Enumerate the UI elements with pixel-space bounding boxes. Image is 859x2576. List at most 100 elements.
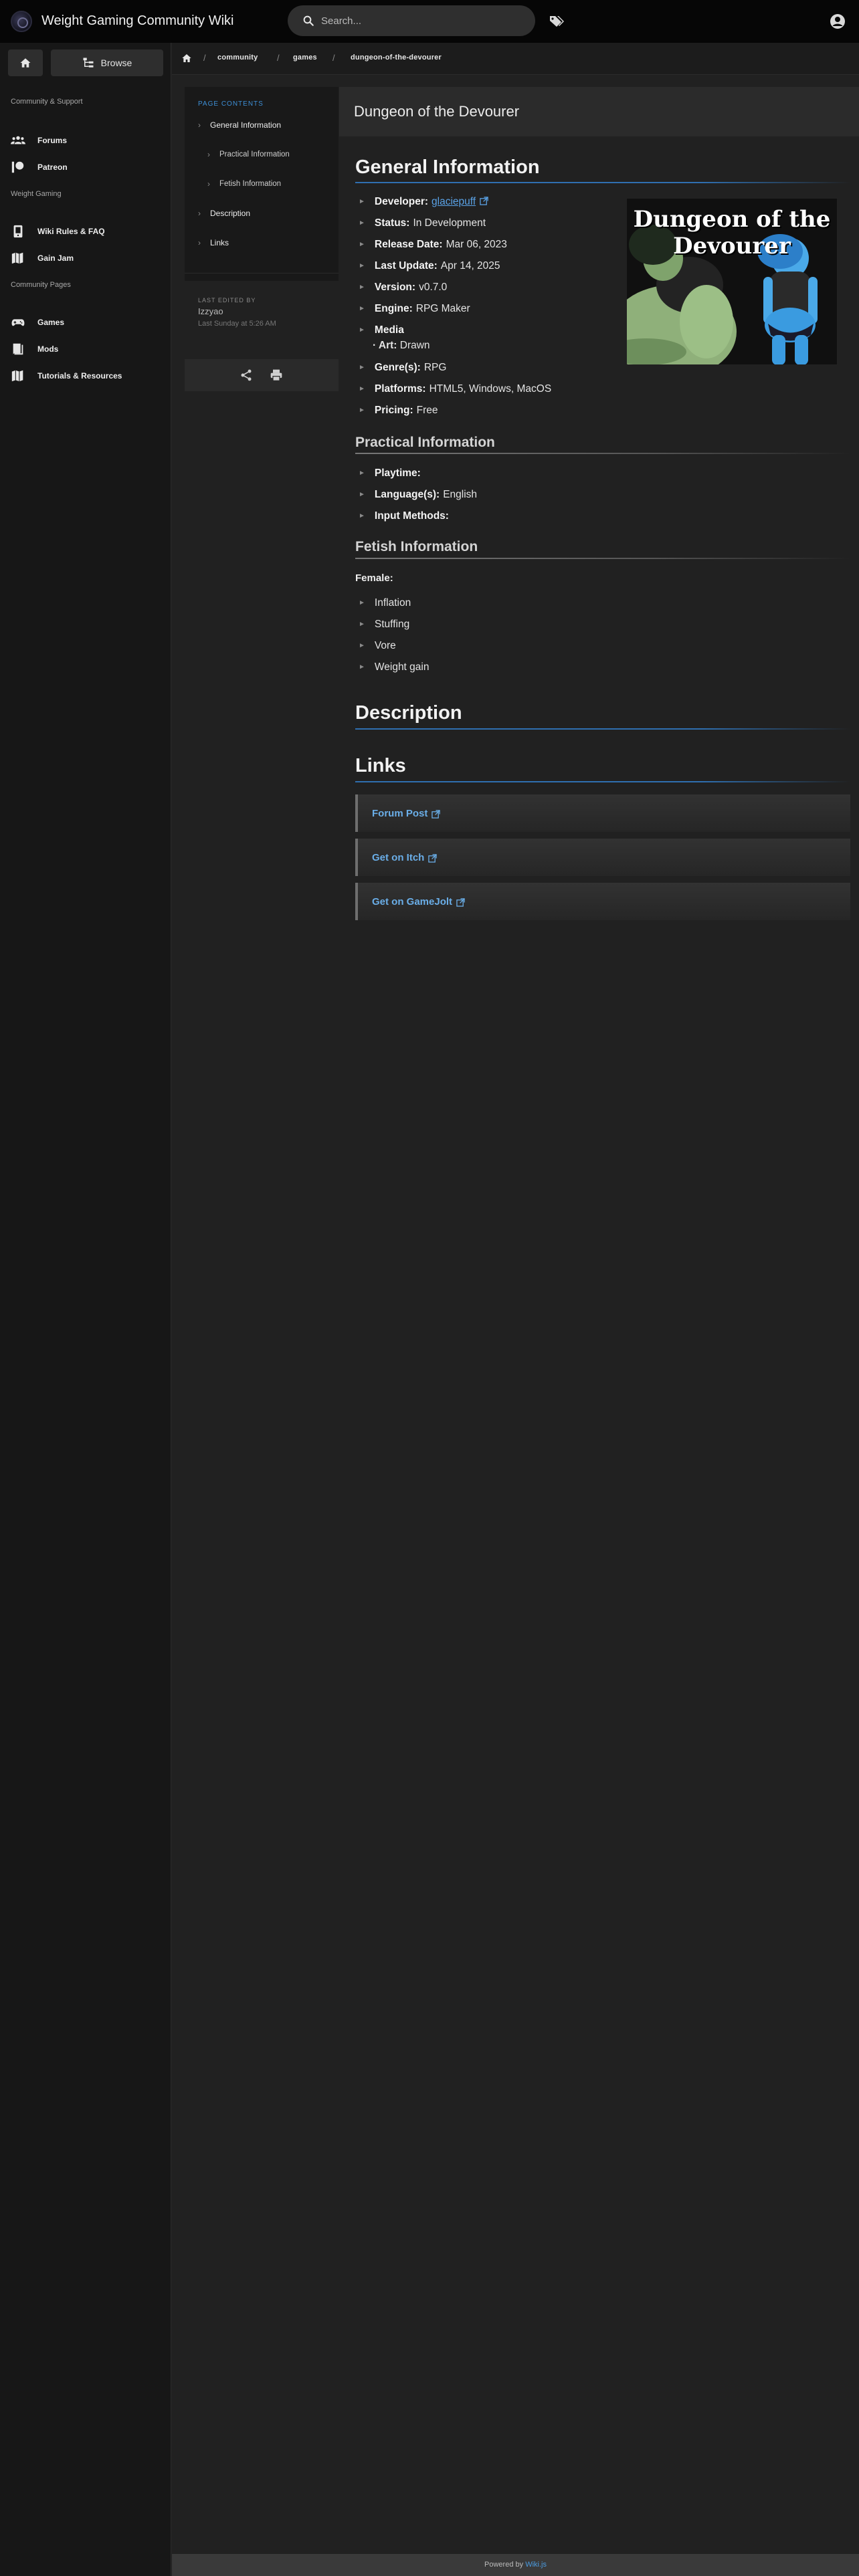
developer-link[interactable]: glaciepuff	[432, 196, 476, 208]
bullet-icon: ►	[359, 198, 365, 205]
sidebar: Browse Community & Support Forums Patreo…	[0, 43, 171, 2576]
footer-wikijs-link[interactable]: Wiki.js	[525, 2561, 547, 2569]
toc-divider	[185, 273, 339, 274]
info-developer: ► Developer: glaciepuff	[359, 196, 488, 208]
last-update-value: Apr 14, 2025	[440, 260, 500, 272]
browse-button[interactable]: Browse	[51, 49, 163, 76]
site-title[interactable]: Weight Gaming Community Wiki	[41, 13, 233, 29]
breadcrumb-item-community[interactable]: community	[217, 53, 258, 62]
sidebar-item-patreon[interactable]: Patreon	[11, 159, 68, 175]
sidebar-item-tutorials[interactable]: Tutorials & Resources	[11, 368, 122, 384]
link-itch[interactable]: Get on Itch	[355, 839, 850, 876]
bullet-icon: ►	[359, 241, 365, 248]
bullet-icon: ►	[359, 284, 365, 291]
toc-item-general[interactable]: › General Information	[198, 120, 281, 130]
toc-item-links[interactable]: › Links	[198, 238, 229, 247]
link-label: Forum Post	[372, 807, 428, 819]
footer: Powered by Wiki.js	[172, 2554, 859, 2576]
external-link-icon	[432, 809, 441, 819]
bullet-icon: ►	[359, 326, 365, 334]
status-value: In Development	[413, 217, 486, 229]
external-link-icon	[480, 197, 488, 205]
heading-underline	[355, 558, 850, 559]
top-header: Weight Gaming Community Wiki	[0, 0, 859, 43]
tags-icon[interactable]	[549, 14, 565, 29]
bullet-icon: ►	[359, 469, 365, 477]
heading-links: Links	[355, 755, 406, 776]
account-icon[interactable]	[830, 13, 846, 29]
heading-practical-information: Practical Information	[355, 435, 495, 450]
home-button[interactable]	[8, 49, 43, 76]
sidebar-item-label: Games	[37, 318, 65, 327]
sitemap-icon	[83, 58, 94, 68]
home-icon[interactable]	[181, 53, 192, 64]
last-edited-label: LAST EDITED BY	[198, 297, 256, 304]
chevron-right-icon: ›	[198, 238, 201, 247]
info-label: Version:	[374, 282, 416, 293]
users-icon	[11, 136, 25, 144]
sidebar-item-games[interactable]: Games	[11, 314, 64, 330]
info-media: ► Media	[359, 324, 407, 336]
platforms-value: HTML5, Windows, MacOS	[429, 383, 552, 395]
search-bar[interactable]	[288, 5, 535, 36]
sidebar-item-forums[interactable]: Forums	[11, 132, 67, 148]
info-label: Developer:	[374, 196, 429, 207]
list-item: ► Stuffing	[359, 619, 409, 631]
patreon-icon	[11, 161, 24, 173]
sidebar-item-label: Patreon	[37, 163, 68, 172]
info-label: · Art:	[373, 340, 397, 351]
search-icon	[303, 15, 314, 26]
info-genre: ► Genre(s): RPG	[359, 362, 446, 374]
breadcrumb-item-games[interactable]: games	[293, 53, 317, 62]
info-playtime: ► Playtime:	[359, 467, 424, 479]
heading-general-information: General Information	[355, 156, 540, 178]
sidebar-item-rules[interactable]: Wiki Rules & FAQ	[11, 223, 105, 239]
sidebar-section-community: Community & Support	[11, 98, 83, 106]
sidebar-item-mods[interactable]: Mods	[11, 341, 58, 357]
toc-item-description[interactable]: › Description	[198, 209, 250, 218]
toc-item-label: Description	[210, 209, 251, 218]
info-label: Media	[374, 324, 404, 336]
bullet-icon: ►	[359, 663, 365, 671]
toc-item-fetish[interactable]: › Fetish Information	[207, 179, 281, 189]
toc-item-label: Links	[210, 238, 229, 247]
info-label: Language(s):	[374, 489, 440, 500]
language-value: English	[443, 489, 478, 500]
chevron-right-icon: ›	[198, 120, 201, 130]
info-last-update: ► Last Update: Apr 14, 2025	[359, 260, 500, 272]
bullet-icon: ►	[359, 262, 365, 270]
info-label: Engine:	[374, 303, 413, 314]
link-label: Get on Itch	[372, 851, 425, 863]
site-logo[interactable]	[11, 11, 32, 32]
share-icon[interactable]	[240, 368, 253, 382]
tag-value: Weight gain	[374, 661, 430, 673]
chevron-right-icon: ›	[207, 179, 210, 189]
link-forum-post[interactable]: Forum Post	[355, 794, 850, 832]
heading-underline	[355, 781, 850, 782]
heading-underline	[355, 182, 850, 183]
print-icon[interactable]	[270, 368, 283, 382]
bullet-icon: ►	[359, 512, 365, 520]
genre-value: RPG	[423, 362, 447, 373]
info-label: Input Methods:	[374, 510, 449, 522]
list-item: ► Inflation	[359, 597, 411, 609]
toc-item-practical[interactable]: › Practical Information	[207, 150, 290, 159]
sidebar-item-gainjam[interactable]: Gain Jam	[11, 250, 74, 266]
search-input[interactable]	[321, 13, 522, 28]
external-link-icon	[428, 853, 438, 863]
game-cover-image: Dungeon of the Devourer	[626, 198, 838, 365]
breadcrumb-item-current[interactable]: dungeon-of-the-devourer	[351, 53, 442, 62]
link-gamejolt[interactable]: Get on GameJolt	[355, 883, 850, 920]
map-book-icon	[11, 370, 23, 382]
sidebar-section-weight-gaming: Weight Gaming	[11, 190, 62, 198]
bullet-icon: ►	[359, 219, 365, 227]
chevron-right-icon: ›	[198, 209, 201, 218]
breadcrumb-separator: /	[203, 53, 206, 63]
page-contents-panel: PAGE CONTENTS › General Information › Prac…	[185, 87, 339, 328]
art-value: Drawn	[399, 340, 430, 351]
link-label: Get on GameJolt	[372, 895, 453, 907]
bullet-icon: ►	[359, 599, 365, 607]
page-title: Dungeon of the Devourer	[354, 103, 520, 120]
home-icon	[20, 58, 31, 68]
browse-label: Browse	[100, 58, 132, 68]
